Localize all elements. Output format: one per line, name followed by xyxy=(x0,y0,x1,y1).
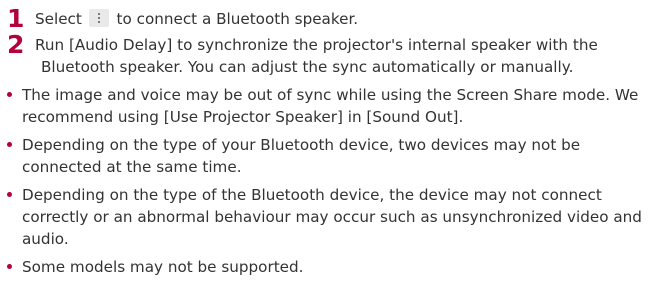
step-text: Run [Audio Delay] to synchronize the pro… xyxy=(35,34,645,78)
note-text: Some models may not be supported. xyxy=(22,256,647,278)
note-line: Depending on the type of your Bluetooth … xyxy=(22,136,581,154)
step-text-after: to connect a Bluetooth speaker. xyxy=(116,10,359,28)
note-line: audio. xyxy=(22,230,69,248)
bullet-icon xyxy=(7,142,12,147)
step-text: Select to connect a Bluetooth speaker. xyxy=(35,8,645,30)
note-line: correctly or an abnormal behaviour may o… xyxy=(22,208,642,226)
note-text: Depending on the type of your Bluetooth … xyxy=(22,134,647,178)
bullet-icon xyxy=(7,264,12,269)
more-vertical-icon xyxy=(88,9,109,27)
document-page: 1 Select to connect a Bluetooth speaker.… xyxy=(0,0,651,297)
note-text: The image and voice may be out of sync w… xyxy=(22,84,647,128)
step-text-before: Select xyxy=(35,10,82,28)
note-text: Depending on the type of the Bluetooth d… xyxy=(22,184,647,250)
note-line: connected at the same time. xyxy=(22,158,242,176)
step-text-line: Bluetooth speaker. You can adjust the sy… xyxy=(41,58,574,76)
note-line: Some models may not be supported. xyxy=(22,258,304,276)
step-text-line: Run [Audio Delay] to synchronize the pro… xyxy=(35,36,598,54)
note-line: recommend using [Use Projector Speaker] … xyxy=(22,108,464,126)
bullet-icon xyxy=(7,192,12,197)
note-line: The image and voice may be out of sync w… xyxy=(22,86,639,104)
bullet-icon xyxy=(7,92,12,97)
note-line: Depending on the type of the Bluetooth d… xyxy=(22,186,602,204)
step-number: 2 xyxy=(7,30,25,59)
